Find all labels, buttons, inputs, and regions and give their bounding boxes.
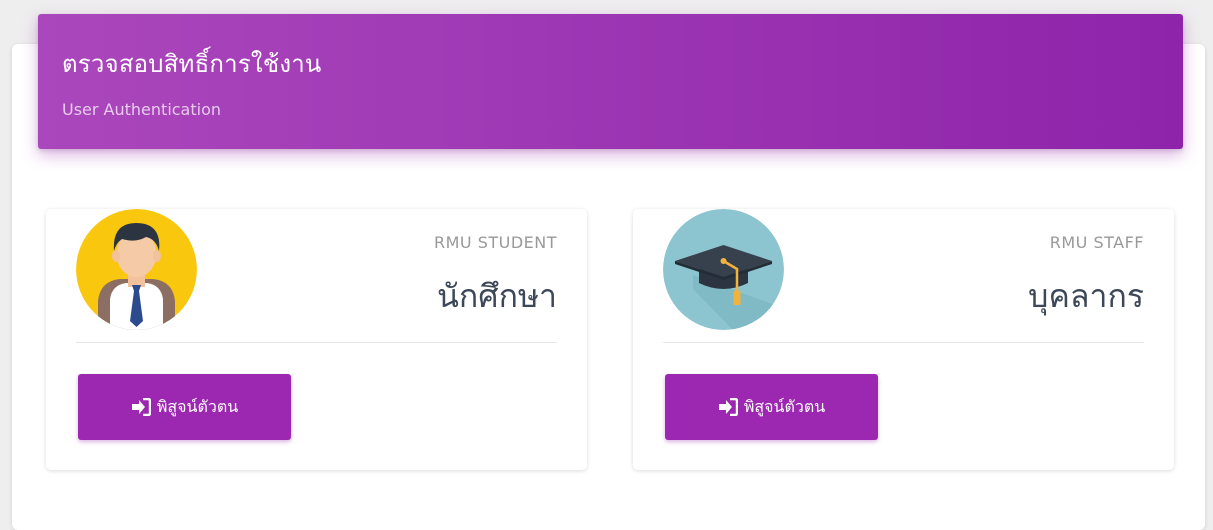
- student-card: RMU STUDENT นักศึกษา พิสูจน์ตัวตน: [46, 209, 587, 470]
- sign-in-icon: [718, 398, 738, 416]
- divider: [76, 342, 557, 343]
- role-category: RMU STAFF: [1049, 233, 1144, 252]
- role-name: บุคลากร: [1028, 277, 1144, 315]
- button-label: พิสูจน์ตัวตน: [743, 396, 826, 416]
- role-category: RMU STUDENT: [433, 233, 557, 252]
- page-title: ตรวจสอบสิทธิ์การใช้งาน: [62, 50, 322, 78]
- header-banner: ตรวจสอบสิทธิ์การใช้งาน User Authenticati…: [38, 14, 1183, 149]
- role-name: นักศึกษา: [437, 277, 557, 315]
- divider: [663, 342, 1144, 343]
- page-subtitle: User Authentication: [62, 100, 222, 119]
- student-avatar-icon: [76, 209, 197, 330]
- staff-card: RMU STAFF บุคลากร พิสูจน์ตัวตน: [633, 209, 1174, 470]
- staff-verify-button[interactable]: พิสูจน์ตัวตน: [665, 374, 878, 440]
- sign-in-icon: [131, 398, 151, 416]
- button-label: พิสูจน์ตัวตน: [156, 396, 239, 416]
- student-verify-button[interactable]: พิสูจน์ตัวตน: [78, 374, 291, 440]
- graduation-cap-icon: [663, 209, 784, 330]
